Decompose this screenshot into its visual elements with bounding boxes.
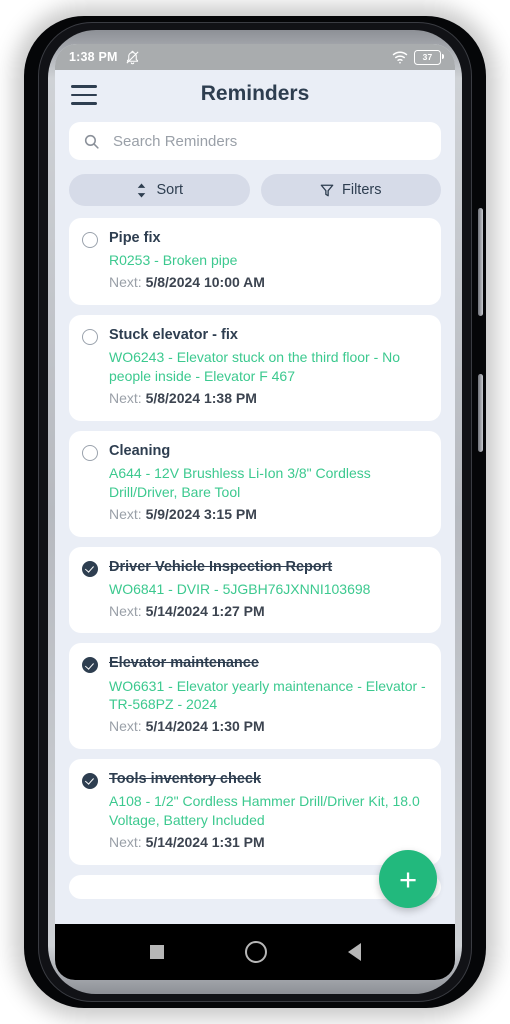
checkbox-unchecked-icon[interactable] [82,444,98,461]
reminder-next-due: Next: 5/14/2024 1:31 PM [109,833,427,852]
checkbox-checked-icon[interactable] [82,773,98,790]
hamburger-line [71,93,97,97]
recents-square-icon[interactable] [149,945,164,959]
reminder-title: Elevator maintenance [109,655,259,672]
next-label: Next: [109,602,146,619]
battery-level: 37 [422,51,433,62]
reminder-body: Driver Vehicle Inspection Report WO6841 -… [109,558,427,621]
checkbox-checked-icon[interactable] [82,657,98,674]
wifi-icon [392,51,408,64]
app-header: Reminders [55,70,455,118]
status-bar-left: 1:38 PM [69,50,140,65]
next-label: Next: [109,274,146,291]
next-datetime: 5/8/2024 1:38 PM [145,389,257,406]
reminder-next-due: Next: 5/14/2024 1:27 PM [109,602,427,621]
funnel-icon [320,184,334,196]
checkbox-checked-icon[interactable] [82,560,98,577]
reminder-title: Tools inventory check [109,771,262,788]
reminder-description: WO6243 - Elevator stuck on the third flo… [109,349,401,384]
next-datetime: 5/14/2024 1:31 PM [145,834,265,851]
reminder-card[interactable]: Elevator maintenance WO6631 - Elevator ye… [69,643,441,750]
filters-button-label: Filters [342,182,382,198]
reminder-body: Cleaning A644 - 12V Brushless Li-Ion 3/8"… [109,442,427,524]
reminder-next-due: Next: 5/9/2024 3:15 PM [109,505,427,524]
hamburger-menu-icon[interactable] [71,83,97,105]
reminder-body: Tools inventory check A108 - 1/2" Cordles… [109,770,427,852]
reminder-card[interactable]: Tools inventory check A108 - 1/2" Cordles… [69,759,441,865]
phone-screen: 1:38 PM 37 Reminders Search Reminders So… [55,44,455,980]
reminder-body: Stuck elevator - fix WO6243 - Elevator st… [109,326,427,408]
search-bar[interactable] [69,122,441,160]
sort-button-label: Sort [156,182,184,198]
reminder-description: WO6841 - DVIR - 5JGBH76JXNNI103698 [109,580,371,597]
battery-icon: 37 [414,49,445,65]
back-triangle-icon[interactable] [347,943,361,961]
reminder-description: WO6631 - Elevator yearly maintenance - E… [109,677,426,713]
reminder-description: R0253 - Broken pipe [109,252,238,269]
reminder-title: Driver Vehicle Inspection Report [109,558,333,575]
status-bar-time: 1:38 PM [69,50,118,64]
checkbox-unchecked-icon[interactable] [82,232,98,248]
volume-button[interactable] [478,208,483,316]
list-toolbar: Sort Filters [55,160,455,206]
power-button[interactable] [478,374,483,452]
reminder-card[interactable]: Driver Vehicle Inspection Report WO6841 -… [69,546,441,634]
filters-button[interactable]: Filters [260,174,441,206]
search-section [55,118,455,160]
reminder-next-due: Next: 5/8/2024 1:38 PM [109,389,427,408]
android-nav-bar [55,924,455,980]
reminder-card[interactable]: Stuck elevator - fix WO6243 - Elevator st… [69,314,441,421]
sort-button[interactable]: Sort [69,174,250,206]
search-input[interactable] [111,131,427,151]
next-datetime: 5/14/2024 1:27 PM [145,602,265,619]
add-reminder-button[interactable]: + [379,850,437,908]
page-title: Reminders [200,82,310,105]
reminder-next-due: Next: 5/8/2024 10:00 AM [109,273,427,292]
hamburger-line [71,85,97,88]
reminder-card[interactable]: Cleaning A644 - 12V Brushless Li-Ion 3/8"… [69,430,441,537]
reminder-title: Pipe fix [109,230,161,246]
reminder-card[interactable]: Pipe fix R0253 - Broken pipe Next: 5/8/202… [69,218,441,305]
reminder-body: Pipe fix R0253 - Broken pipe Next: 5/8/202… [109,229,427,292]
search-icon [84,134,99,149]
screenshot-root: 1:38 PM 37 Reminders Search Reminders So… [0,0,510,1024]
reminder-description: A108 - 1/2" Cordless Hammer Drill/Driver… [109,793,420,829]
next-label: Next: [109,505,146,522]
reminder-next-due: Next: 5/14/2024 1:30 PM [109,717,427,736]
status-bar: 1:38 PM 37 [55,44,455,70]
hamburger-line [71,102,97,105]
home-circle-icon[interactable] [244,941,267,963]
next-datetime: 5/14/2024 1:30 PM [145,718,265,735]
reminder-body: Elevator maintenance WO6631 - Elevator ye… [109,654,427,736]
next-datetime: 5/8/2024 10:00 AM [145,274,265,291]
reminder-description: A644 - 12V Brushless Li-Ion 3/8" Cordles… [109,464,371,500]
sort-updown-icon [138,182,146,198]
next-datetime: 5/9/2024 3:15 PM [145,505,257,522]
bell-off-icon [126,50,139,64]
reminder-title: Cleaning [109,442,171,459]
reminder-title: Stuck elevator - fix [109,326,238,343]
checkbox-unchecked-icon[interactable] [82,328,98,345]
next-label: Next: [109,834,146,851]
next-label: Next: [109,718,146,735]
next-label: Next: [109,389,146,406]
status-bar-right: 37 [392,49,445,65]
